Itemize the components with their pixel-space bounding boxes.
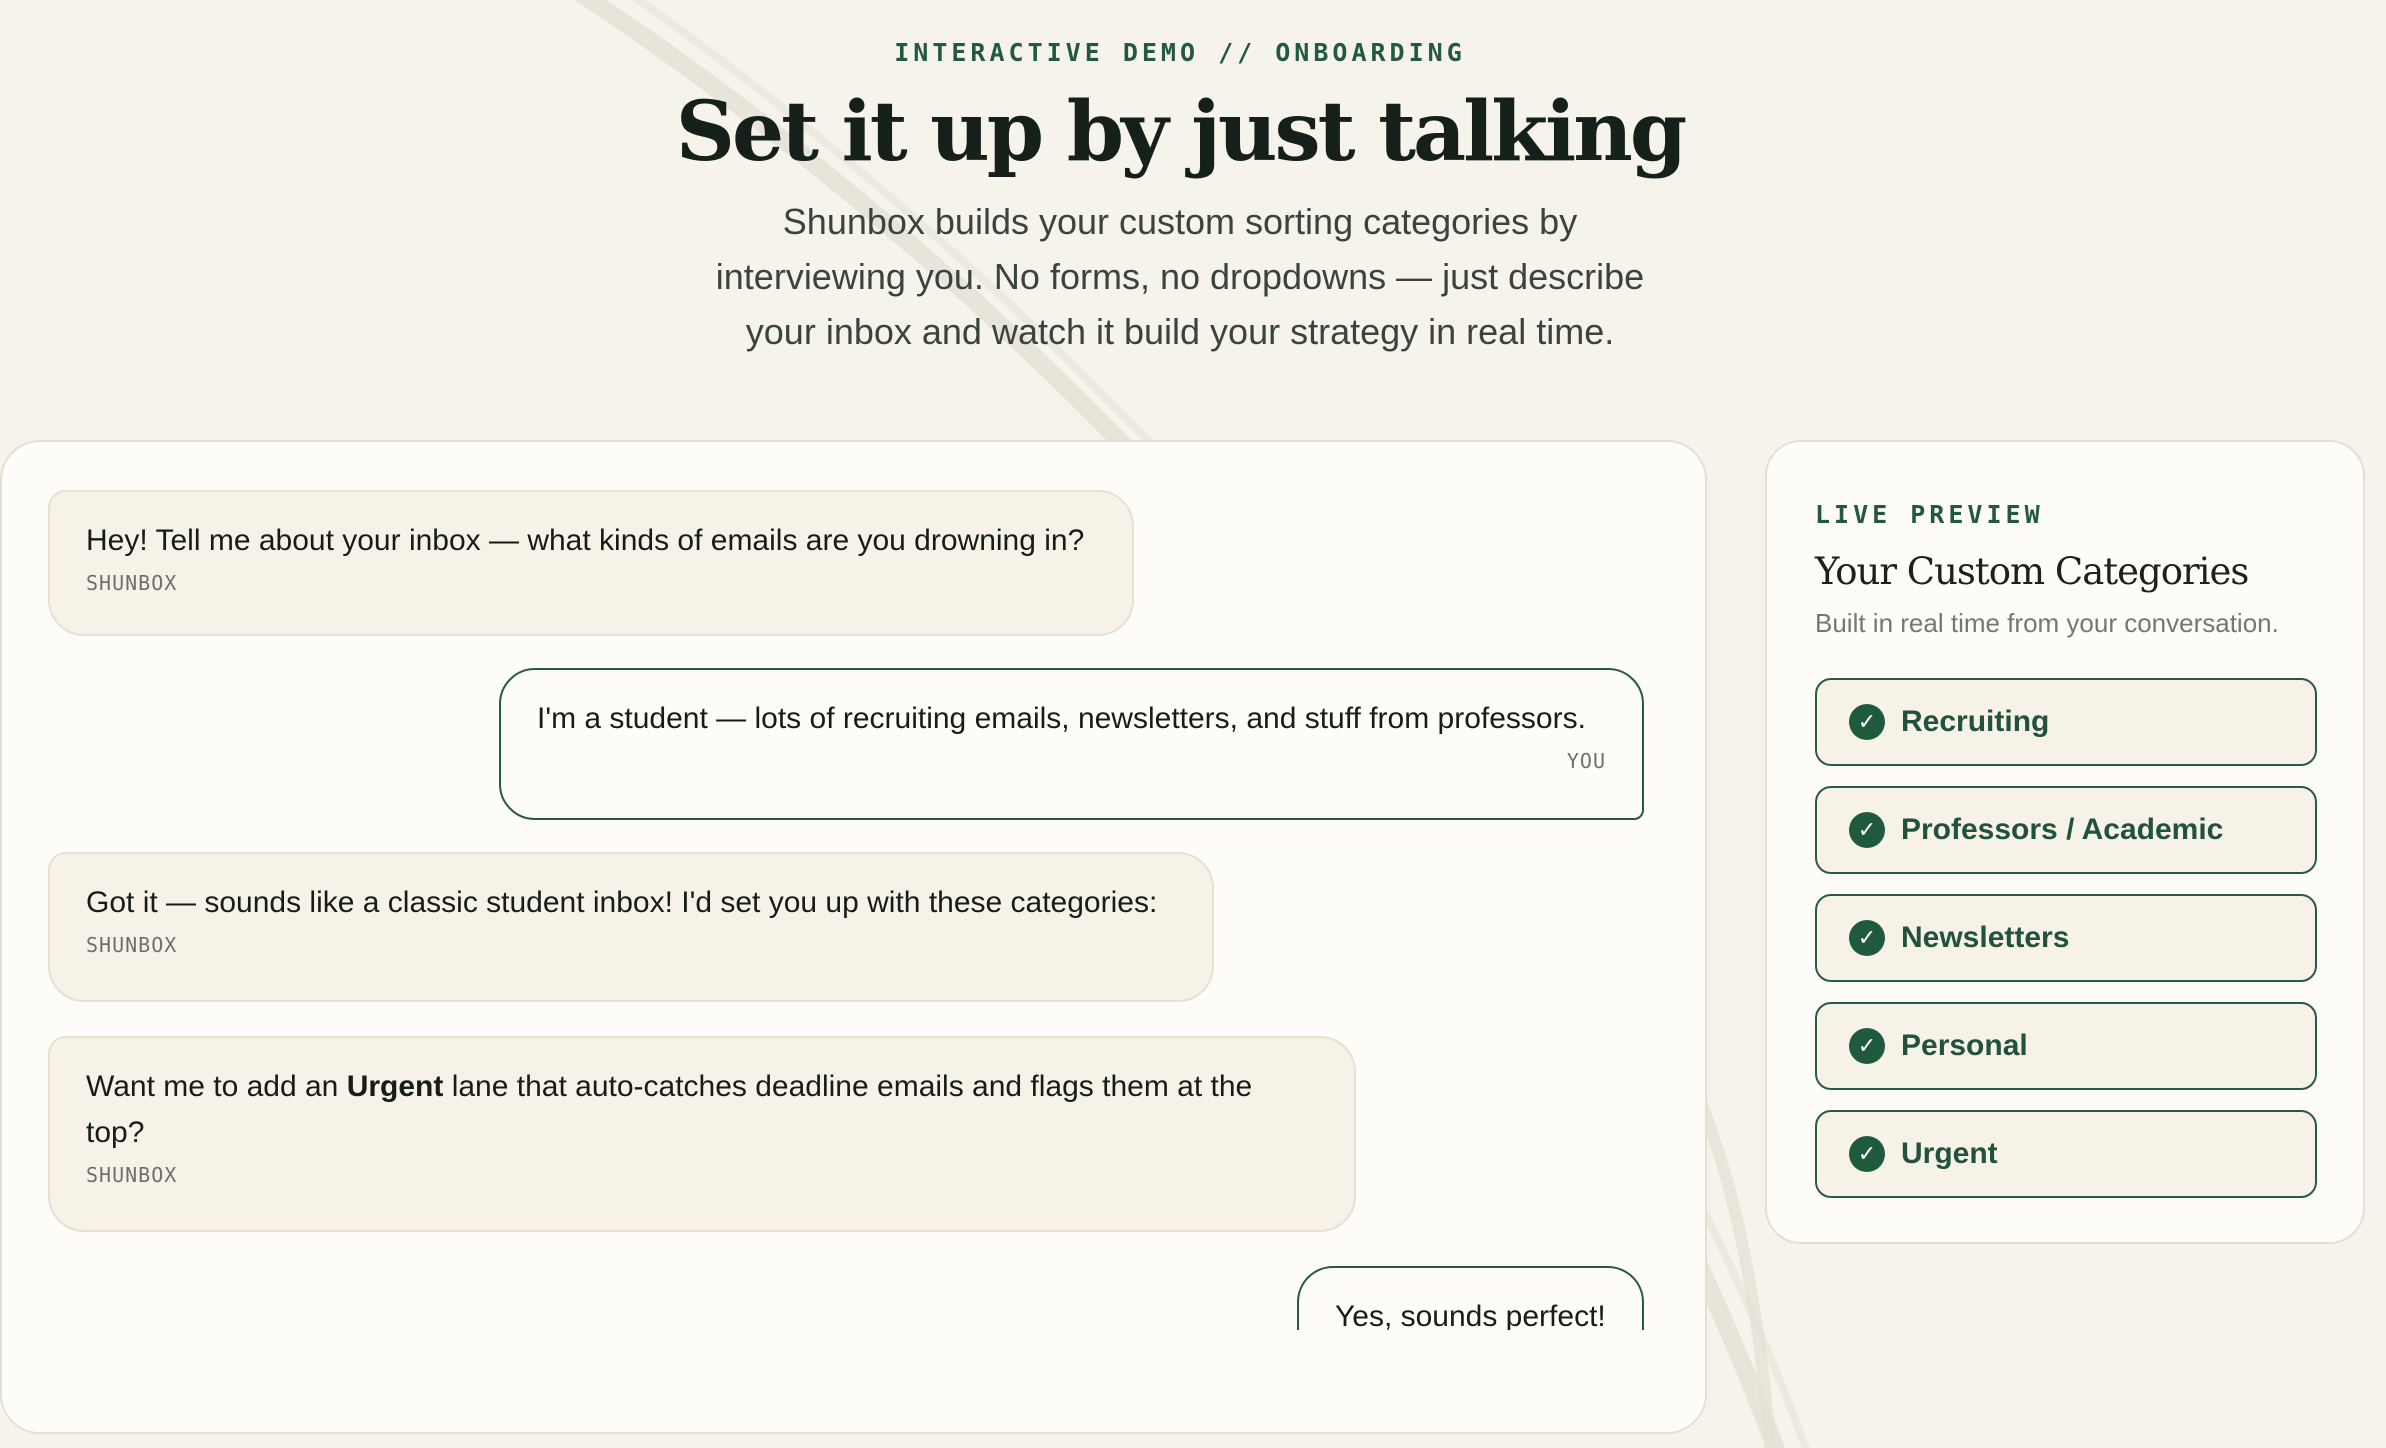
chat-fade [2, 1330, 1705, 1432]
category-label: Newsletters [1901, 921, 2070, 954]
message-sender: SHUNBOX [86, 933, 178, 957]
message-text: I'm a student — lots of recruiting email… [537, 702, 1586, 735]
chat-panel[interactable]: Hey! Tell me about your inbox — what kin… [0, 440, 1707, 1434]
message-sender: YOU [1566, 749, 1606, 773]
chat-message-bot: Hey! Tell me about your inbox — what kin… [48, 490, 1134, 636]
page-subtitle: Shunbox builds your custom sorting categ… [715, 201, 1645, 352]
urgent-highlight: Urgent [346, 1070, 444, 1103]
message-text: Got it — sounds like a classic student i… [86, 886, 1158, 919]
check-circle-icon: ✓ [1849, 1028, 1885, 1064]
check-circle-icon: ✓ [1849, 812, 1885, 848]
message-text: Want me to add an Urgent lane that auto-… [86, 1070, 1253, 1149]
preview-eyebrow: LIVE PREVIEW [1815, 500, 2044, 529]
category-item-urgent[interactable]: ✓ Urgent [1815, 1110, 2317, 1198]
category-label: Urgent [1901, 1137, 1998, 1170]
page-title: Set it up by just talking [675, 84, 1687, 180]
preview-title: Your Custom Categories [1815, 550, 2249, 593]
message-sender: SHUNBOX [86, 1163, 178, 1187]
category-list: ✓ Recruiting ✓ Professors / Academic ✓ N… [1815, 678, 2317, 1218]
message-text: Hey! Tell me about your inbox — what kin… [86, 524, 1085, 557]
category-label: Professors / Academic [1901, 813, 2224, 846]
check-circle-icon: ✓ [1849, 704, 1885, 740]
chat-message-bot: Want me to add an Urgent lane that auto-… [48, 1036, 1356, 1232]
category-item-recruiting[interactable]: ✓ Recruiting [1815, 678, 2317, 766]
section-eyebrow: INTERACTIVE DEMO // ONBOARDING [894, 38, 1466, 67]
message-text: Yes, sounds perfect! [1335, 1300, 1606, 1333]
check-circle-icon: ✓ [1849, 1136, 1885, 1172]
category-item-professors[interactable]: ✓ Professors / Academic [1815, 786, 2317, 874]
category-item-personal[interactable]: ✓ Personal [1815, 1002, 2317, 1090]
check-circle-icon: ✓ [1849, 920, 1885, 956]
category-item-newsletters[interactable]: ✓ Newsletters [1815, 894, 2317, 982]
category-label: Personal [1901, 1029, 2028, 1062]
chat-message-user: I'm a student — lots of recruiting email… [499, 668, 1644, 820]
chat-message-bot: Got it — sounds like a classic student i… [48, 852, 1214, 1002]
category-label: Recruiting [1901, 705, 2050, 738]
preview-subtitle: Built in real time from your conversatio… [1815, 608, 2279, 638]
message-sender: SHUNBOX [86, 571, 178, 595]
live-preview-panel: LIVE PREVIEW Your Custom Categories Buil… [1765, 440, 2365, 1244]
